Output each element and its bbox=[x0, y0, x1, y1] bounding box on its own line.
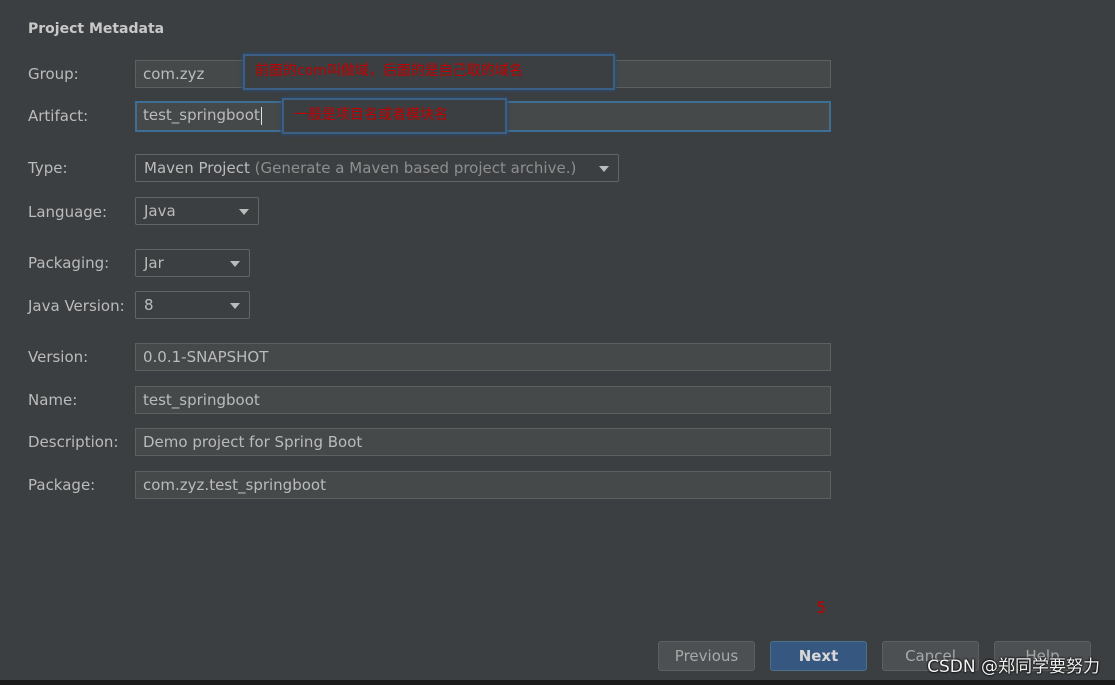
artifact-annotation-callout: 一般是项目名或者模块名 bbox=[282, 98, 507, 134]
dialog-panel: Project Metadata Group: com.zyz Artifact… bbox=[0, 0, 1115, 685]
description-field[interactable]: Demo project for Spring Boot bbox=[135, 428, 831, 456]
java-version-select[interactable]: 8 bbox=[135, 291, 250, 319]
previous-button[interactable]: Previous bbox=[658, 641, 755, 671]
type-hint: (Generate a Maven based project archive.… bbox=[254, 159, 577, 177]
section-title: Project Metadata bbox=[28, 21, 165, 37]
type-label: Type: bbox=[28, 159, 68, 177]
type-value: Maven Project bbox=[144, 159, 250, 177]
packaging-value: Jar bbox=[144, 254, 164, 272]
package-field[interactable]: com.zyz.test_springboot bbox=[135, 471, 831, 499]
csdn-watermark: CSDN @郑同学要努力 bbox=[927, 657, 1100, 677]
packaging-label: Packaging: bbox=[28, 254, 110, 272]
version-field[interactable]: 0.0.1-SNAPSHOT bbox=[135, 343, 831, 371]
package-label: Package: bbox=[28, 476, 96, 494]
chevron-down-icon bbox=[239, 209, 249, 215]
chevron-down-icon bbox=[230, 261, 240, 267]
chevron-down-icon bbox=[599, 166, 609, 172]
step-number-annotation: 5 bbox=[816, 598, 827, 617]
name-field[interactable]: test_springboot bbox=[135, 386, 831, 414]
chevron-down-icon bbox=[230, 303, 240, 309]
language-value: Java bbox=[144, 202, 176, 220]
type-select[interactable]: Maven Project (Generate a Maven based pr… bbox=[135, 154, 619, 182]
version-label: Version: bbox=[28, 348, 89, 366]
packaging-select[interactable]: Jar bbox=[135, 249, 250, 277]
next-button[interactable]: Next bbox=[770, 641, 867, 671]
artifact-value: test_springboot bbox=[143, 106, 260, 124]
artifact-label: Artifact: bbox=[28, 107, 89, 125]
java-version-value: 8 bbox=[144, 296, 154, 314]
window-bottom-edge bbox=[0, 680, 1115, 685]
description-label: Description: bbox=[28, 433, 119, 451]
language-label: Language: bbox=[28, 203, 108, 221]
group-label: Group: bbox=[28, 65, 79, 83]
language-select[interactable]: Java bbox=[135, 197, 259, 225]
text-caret bbox=[260, 106, 262, 125]
name-label: Name: bbox=[28, 391, 78, 409]
group-annotation-callout: 前面的com叫做域，后面的是自己取的域名 bbox=[243, 54, 615, 90]
java-version-label: Java Version: bbox=[28, 297, 125, 315]
